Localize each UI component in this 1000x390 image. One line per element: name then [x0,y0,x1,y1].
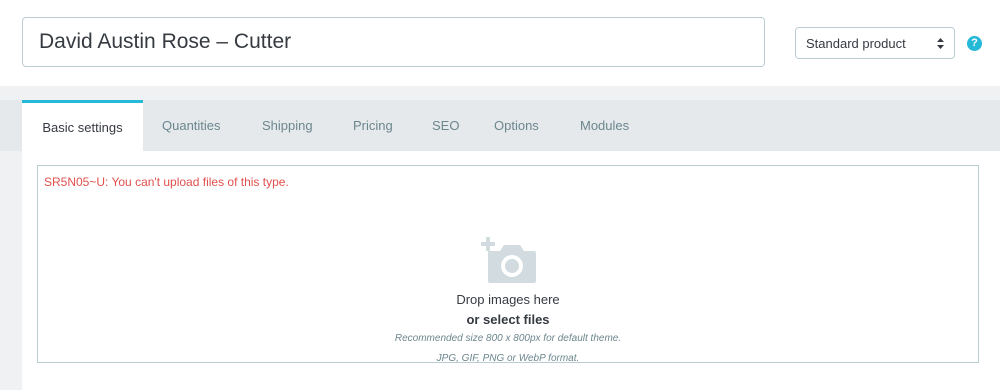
tab-label: Pricing [353,118,393,133]
product-name-value: David Austin Rose – Cutter [39,30,292,53]
tab-quantities[interactable]: Quantities [162,100,221,151]
tab-pricing[interactable]: Pricing [353,100,393,151]
tab-label: Quantities [162,118,221,133]
product-name-input[interactable]: David Austin Rose – Cutter [22,17,765,67]
tab-modules[interactable]: Modules [580,100,629,151]
tab-label: Options [494,118,539,133]
product-tabs: Basic settings Quantities Shipping Prici… [0,100,1000,151]
add-photo-icon[interactable] [480,233,538,285]
upload-error-message: SR5N05~U: You can't upload files of this… [44,175,289,189]
recommended-size-hint: Recommended size 800 x 800px for default… [394,333,622,344]
product-type-select[interactable]: Standard product [795,27,955,59]
product-header: David Austin Rose – Cutter Standard prod… [0,0,1000,86]
tab-options[interactable]: Options [494,100,539,151]
select-files-link[interactable]: or select files [38,312,978,327]
image-dropzone[interactable]: SR5N05~U: You can't upload files of this… [37,165,979,364]
tab-label: SEO [432,118,460,133]
tab-label: Modules [580,118,630,133]
product-type-value: Standard product [806,35,906,51]
drop-images-label: Drop images here [456,292,560,307]
file-format-hint: JPG, GIF, PNG or WebP format. [436,353,580,364]
tab-basic-settings[interactable]: Basic settings [22,100,143,151]
select-arrows-icon [937,37,944,49]
tab-seo[interactable]: SEO [432,100,459,151]
tab-shipping[interactable]: Shipping [262,100,313,151]
tab-label: Basic settings [42,119,123,135]
tab-label: Shipping [262,118,313,133]
help-icon[interactable]: ? [967,36,982,51]
